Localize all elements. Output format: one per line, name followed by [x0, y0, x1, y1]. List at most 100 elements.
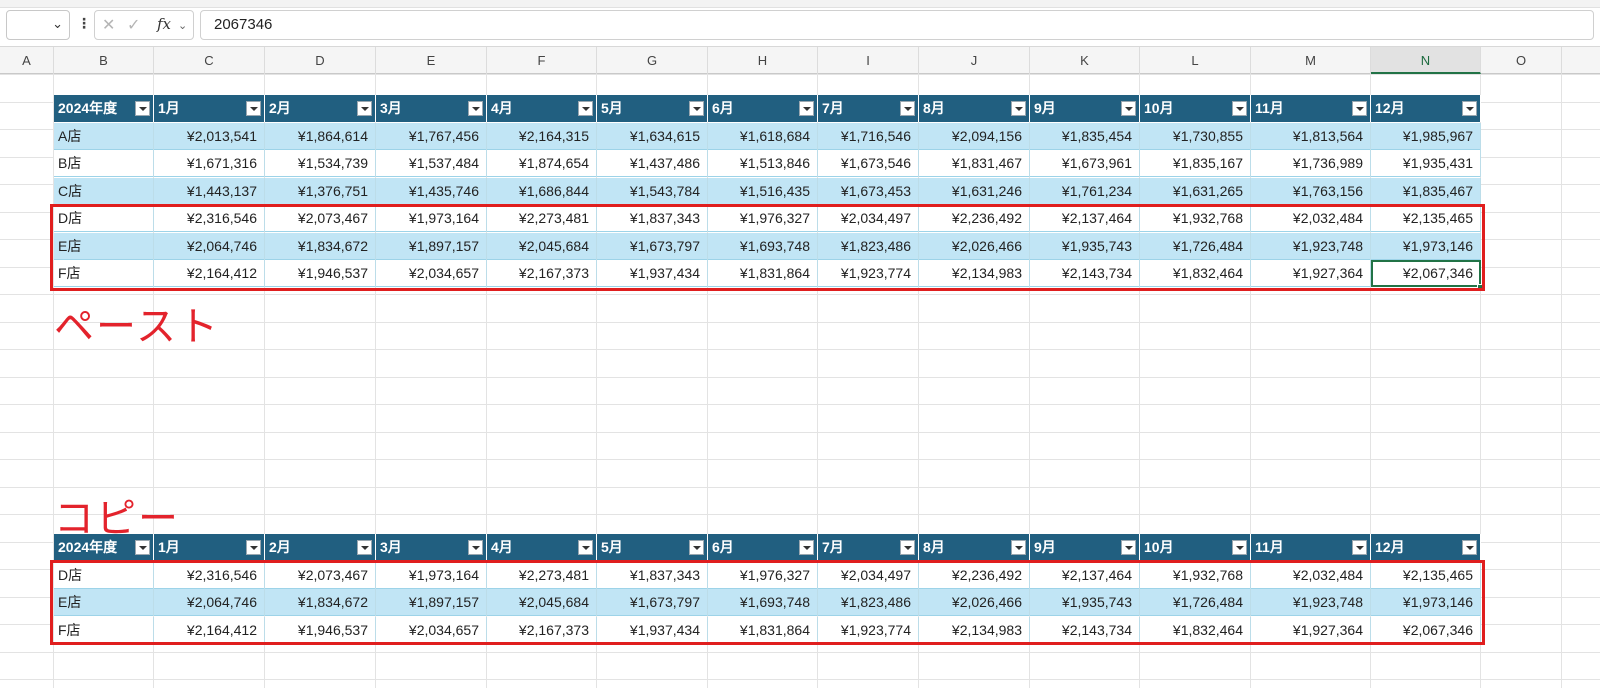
store-name-cell[interactable]: F店 — [54, 617, 154, 644]
sales-cell[interactable]: ¥2,026,466 — [919, 233, 1030, 260]
filter-dropdown-icon[interactable] — [689, 101, 704, 116]
store-name-cell[interactable]: E店 — [54, 589, 154, 616]
column-header-d[interactable]: D — [265, 47, 376, 74]
sales-cell[interactable]: ¥1,937,434 — [597, 260, 708, 287]
sales-cell[interactable]: ¥2,137,464 — [1030, 205, 1140, 232]
sales-cell[interactable]: ¥1,443,137 — [154, 178, 265, 205]
store-name-cell[interactable]: D店 — [54, 205, 154, 232]
filter-dropdown-icon[interactable] — [468, 101, 483, 116]
filter-dropdown-icon[interactable] — [900, 101, 915, 116]
sales-cell[interactable]: ¥1,935,743 — [1030, 233, 1140, 260]
sales-cell[interactable]: ¥2,013,541 — [154, 123, 265, 150]
sales-cell[interactable]: ¥1,631,246 — [919, 178, 1030, 205]
filter-dropdown-icon[interactable] — [1462, 540, 1477, 555]
sales-cell[interactable]: ¥1,932,768 — [1140, 205, 1251, 232]
column-header-m[interactable]: M — [1251, 47, 1371, 74]
sales-cell[interactable]: ¥2,134,983 — [919, 260, 1030, 287]
sales-cell[interactable]: ¥2,073,467 — [265, 562, 376, 589]
enter-check-icon[interactable]: ✓ — [127, 15, 140, 34]
sales-cell[interactable]: ¥1,897,157 — [376, 233, 487, 260]
filter-dropdown-icon[interactable] — [1121, 540, 1136, 555]
filter-dropdown-icon[interactable] — [1232, 540, 1247, 555]
sales-cell[interactable]: ¥2,143,734 — [1030, 617, 1140, 644]
sales-cell[interactable]: ¥2,032,484 — [1251, 562, 1371, 589]
sales-cell[interactable]: ¥2,026,466 — [919, 589, 1030, 616]
filter-dropdown-icon[interactable] — [578, 101, 593, 116]
store-name-cell[interactable]: B店 — [54, 150, 154, 177]
filter-dropdown-icon[interactable] — [578, 540, 593, 555]
expand-chevron-icon[interactable]: ⌄ — [178, 19, 187, 32]
sales-cell[interactable]: ¥1,726,484 — [1140, 233, 1251, 260]
sales-cell[interactable]: ¥1,834,672 — [265, 589, 376, 616]
filter-dropdown-icon[interactable] — [1011, 101, 1026, 116]
sales-cell[interactable]: ¥2,273,481 — [487, 562, 597, 589]
column-header-k[interactable]: K — [1030, 47, 1140, 74]
sales-cell[interactable]: ¥1,435,746 — [376, 178, 487, 205]
sales-cell[interactable]: ¥2,045,684 — [487, 233, 597, 260]
filter-dropdown-icon[interactable] — [1352, 101, 1367, 116]
sales-cell[interactable]: ¥2,164,412 — [154, 260, 265, 287]
sales-cell[interactable]: ¥1,631,265 — [1140, 178, 1251, 205]
sales-cell[interactable]: ¥2,064,746 — [154, 589, 265, 616]
sales-cell[interactable]: ¥1,935,743 — [1030, 589, 1140, 616]
store-name-cell[interactable]: A店 — [54, 123, 154, 150]
sales-cell[interactable]: ¥1,927,364 — [1251, 260, 1371, 287]
sales-cell[interactable]: ¥1,835,467 — [1371, 178, 1481, 205]
filter-dropdown-icon[interactable] — [246, 101, 261, 116]
sales-cell[interactable]: ¥1,973,146 — [1371, 589, 1481, 616]
sales-cell[interactable]: ¥2,164,315 — [487, 123, 597, 150]
sales-cell[interactable]: ¥1,923,774 — [818, 260, 919, 287]
sales-cell[interactable]: ¥1,973,164 — [376, 205, 487, 232]
sales-cell[interactable]: ¥1,923,774 — [818, 617, 919, 644]
sales-cell[interactable]: ¥2,167,373 — [487, 617, 597, 644]
column-header-a[interactable]: A — [0, 47, 54, 74]
chevron-down-icon[interactable]: ⌄ — [52, 17, 63, 32]
column-header-e[interactable]: E — [376, 47, 487, 74]
cancel-icon[interactable]: ✕ — [102, 15, 115, 34]
filter-dropdown-icon[interactable] — [1011, 540, 1026, 555]
sales-cell[interactable]: ¥1,376,751 — [265, 178, 376, 205]
sales-cell[interactable]: ¥1,761,234 — [1030, 178, 1140, 205]
insert-function-icon[interactable]: fx — [157, 15, 171, 33]
worksheet-grid[interactable]: 2024年度 1月 2月 3月 4月 5月 6月 7月 8月 9月 10月 11月 12月 A店 ¥2,01… — [0, 74, 1600, 688]
sales-cell[interactable]: ¥1,923,748 — [1251, 233, 1371, 260]
sales-cell[interactable]: ¥1,673,961 — [1030, 150, 1140, 177]
filter-dropdown-icon[interactable] — [1352, 540, 1367, 555]
sales-cell[interactable]: ¥2,236,492 — [919, 562, 1030, 589]
sales-cell[interactable]: ¥2,134,983 — [919, 617, 1030, 644]
sales-cell[interactable]: ¥2,135,465 — [1371, 205, 1481, 232]
filter-dropdown-icon[interactable] — [799, 101, 814, 116]
sales-cell[interactable]: ¥1,823,486 — [818, 233, 919, 260]
sales-cell[interactable]: ¥2,316,546 — [154, 562, 265, 589]
sales-cell[interactable]: ¥1,946,537 — [265, 617, 376, 644]
sales-cell[interactable]: ¥1,832,464 — [1140, 617, 1251, 644]
sales-cell[interactable]: ¥1,634,615 — [597, 123, 708, 150]
store-name-cell[interactable]: C店 — [54, 178, 154, 205]
filter-dropdown-icon[interactable] — [1462, 101, 1477, 116]
sales-cell[interactable]: ¥2,137,464 — [1030, 562, 1140, 589]
sales-cell[interactable]: ¥1,835,454 — [1030, 123, 1140, 150]
sales-cell[interactable]: ¥1,976,327 — [708, 562, 818, 589]
sales-cell[interactable]: ¥1,726,484 — [1140, 589, 1251, 616]
filter-dropdown-icon[interactable] — [468, 540, 483, 555]
sales-cell[interactable]: ¥2,167,373 — [487, 260, 597, 287]
sales-cell[interactable]: ¥2,032,484 — [1251, 205, 1371, 232]
fill-handle[interactable] — [1477, 284, 1483, 290]
sales-cell[interactable]: ¥1,673,797 — [597, 589, 708, 616]
filter-dropdown-icon[interactable] — [689, 540, 704, 555]
sales-cell[interactable]: ¥2,273,481 — [487, 205, 597, 232]
column-header-n[interactable]: N — [1371, 47, 1481, 74]
sales-cell[interactable]: ¥2,067,346 — [1371, 260, 1483, 290]
filter-dropdown-icon[interactable] — [246, 540, 261, 555]
sales-cell[interactable]: ¥2,034,497 — [818, 562, 919, 589]
column-header-h[interactable]: H — [708, 47, 818, 74]
sales-cell[interactable]: ¥1,767,456 — [376, 123, 487, 150]
sales-cell[interactable]: ¥1,823,486 — [818, 589, 919, 616]
sales-cell[interactable]: ¥2,073,467 — [265, 205, 376, 232]
sales-cell[interactable]: ¥1,864,614 — [265, 123, 376, 150]
sales-cell[interactable]: ¥1,716,546 — [818, 123, 919, 150]
sales-cell[interactable]: ¥1,837,343 — [597, 205, 708, 232]
store-name-cell[interactable]: F店 — [54, 260, 154, 287]
filter-dropdown-icon[interactable] — [135, 101, 150, 116]
column-header-c[interactable]: C — [154, 47, 265, 74]
